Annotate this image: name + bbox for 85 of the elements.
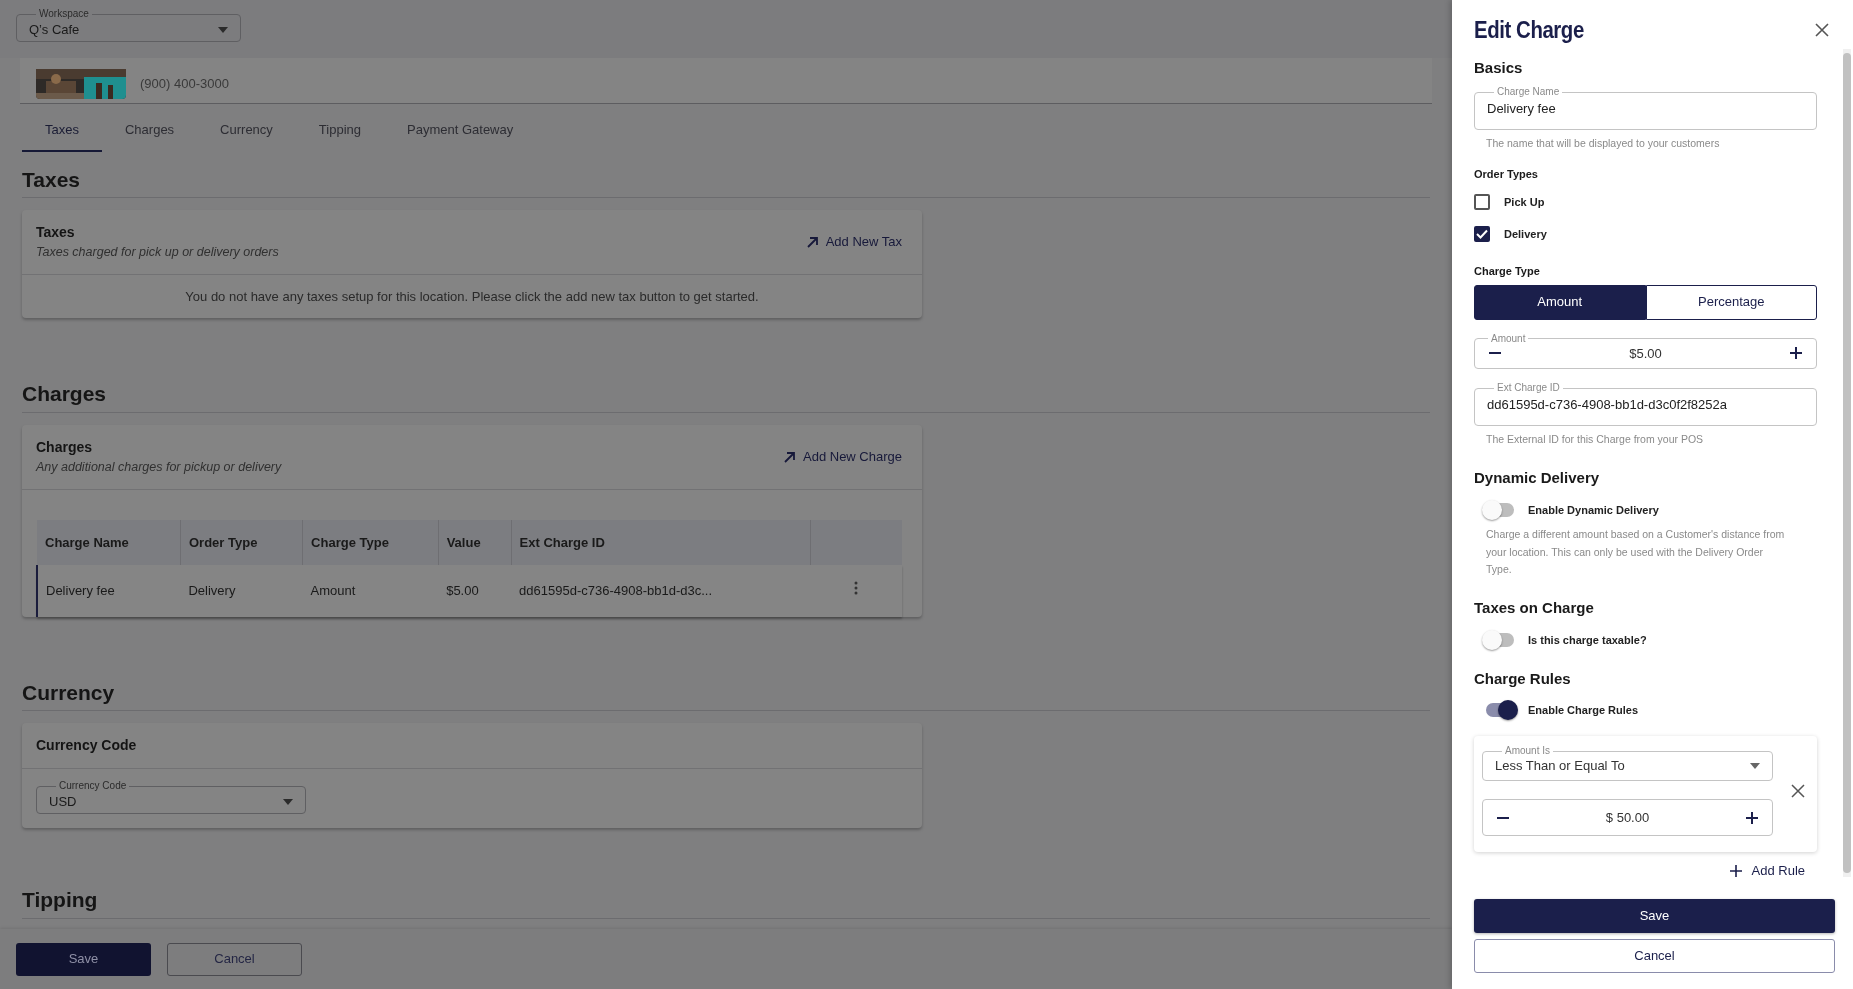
description: Charge a different amount based on a Customer's distance from your location. This can only be used with the Delivery Order Type. xyxy=(1485,526,1786,578)
card-title: Charges xyxy=(36,437,94,457)
column-header: Charge Type xyxy=(302,519,439,565)
section-heading: Tipping xyxy=(22,884,1430,919)
arrow-icon xyxy=(805,235,818,248)
card-title: Taxes xyxy=(36,223,76,242)
help-text: The External ID for this Charge from your POS xyxy=(1485,431,1705,447)
save-button[interactable]: Save xyxy=(16,942,151,976)
select-value: USD xyxy=(49,793,77,812)
cancel-button[interactable]: Cancel xyxy=(1474,939,1835,973)
add-link[interactable]: Add New Tax xyxy=(799,230,908,254)
plus-icon xyxy=(1790,347,1802,360)
drawer-title: Edit Charge xyxy=(1474,16,1584,45)
subheading: Charge Type xyxy=(1474,264,1541,280)
section-heading: Currency xyxy=(22,676,1430,711)
phone-number: (900) 400-3000 xyxy=(140,74,229,93)
text-input[interactable]: dd61595d-c736-4908-bb1d-d3c0f2f8252a xyxy=(1487,393,1804,421)
checkbox[interactable]: Delivery xyxy=(1474,225,1547,243)
plus-icon xyxy=(1746,811,1758,824)
table-cell: dd61595d-c736-4908-bb1d-d3c... xyxy=(511,565,810,617)
section-heading: Charge Rules xyxy=(1474,668,1572,689)
checkbox[interactable]: Pick Up xyxy=(1474,194,1545,211)
field-label: Amount Is xyxy=(1504,746,1552,757)
tab[interactable]: Currency xyxy=(197,112,296,152)
scrollbar[interactable] xyxy=(1843,48,1851,877)
table-cell: Delivery xyxy=(180,565,303,617)
field-label: Workspace xyxy=(38,9,90,19)
section-heading: Dynamic Delivery xyxy=(1474,468,1601,489)
amount-value: $5.00 xyxy=(1629,344,1662,363)
segment-button[interactable]: Percentage xyxy=(1645,284,1817,320)
column-header: Ext Charge ID xyxy=(511,519,810,565)
stepper-field[interactable]: $ 50.00 xyxy=(1482,798,1773,837)
input-field[interactable]: Ext Charge ID dd61595d-c736-4908-bb1d-d3c0f2f8252a xyxy=(1474,383,1817,426)
field-label: Amount xyxy=(1490,333,1527,344)
card-title: Currency Code xyxy=(36,736,137,755)
minus-icon xyxy=(1497,816,1509,819)
check-icon xyxy=(1476,228,1488,239)
toggle-label: Enable Charge Rules xyxy=(1528,703,1639,719)
section-heading: Taxes on Charge xyxy=(1474,598,1595,619)
help-text: The name that will be displayed to your customers xyxy=(1485,135,1721,151)
select-field[interactable]: Currency Code USD xyxy=(36,781,306,814)
section-heading: Taxes xyxy=(22,163,1430,198)
empty-message: You do not have any taxes setup for this location. Please click the add new tax button to get started. xyxy=(184,287,760,306)
close-icon xyxy=(1791,784,1805,799)
arrow-icon xyxy=(783,450,795,463)
add-link[interactable]: Add New Charge xyxy=(777,444,908,469)
select-value: Q’s Cafe xyxy=(29,21,80,40)
tab[interactable]: Tipping xyxy=(295,112,384,152)
save-button[interactable]: Save xyxy=(1474,899,1835,933)
table-cell: Amount xyxy=(302,565,439,617)
column-header: Order Type xyxy=(180,519,303,565)
add-rule-button[interactable]: Add Rule xyxy=(1723,860,1811,882)
toggle-label: Is this charge taxable? xyxy=(1528,632,1647,648)
section-heading: Charges xyxy=(22,378,1430,413)
tab[interactable]: Charges xyxy=(101,112,198,152)
select-value: Less Than or Equal To xyxy=(1495,757,1625,776)
table-cell: Delivery fee xyxy=(37,565,181,617)
caret-icon xyxy=(283,799,293,805)
column-header: Value xyxy=(438,519,512,565)
cancel-button[interactable]: Cancel xyxy=(167,942,302,976)
field-label: Currency Code xyxy=(58,781,128,791)
more-icon xyxy=(854,581,858,595)
plus-icon xyxy=(1729,865,1742,878)
column-header: Charge Name xyxy=(37,519,181,565)
input-field[interactable]: Charge Name Delivery fee xyxy=(1474,87,1817,130)
segment-button[interactable]: Amount xyxy=(1474,284,1646,320)
tab[interactable]: Taxes xyxy=(22,112,102,152)
table-cell: $5.00 xyxy=(438,565,512,617)
caret-icon xyxy=(1750,763,1760,770)
caret-icon xyxy=(218,27,228,33)
text-input[interactable]: Delivery fee xyxy=(1487,97,1804,125)
field-label: Charge Name xyxy=(1496,87,1561,98)
close-icon xyxy=(1815,23,1829,38)
select-field[interactable]: Amount Is Less Than or Equal To xyxy=(1482,746,1773,781)
section-heading: Basics xyxy=(1474,57,1524,78)
amount-value: $ 50.00 xyxy=(1605,808,1650,827)
stepper-field[interactable]: Amount $5.00 xyxy=(1474,333,1817,370)
field-label: Ext Charge ID xyxy=(1496,383,1561,394)
select-field[interactable]: Workspace Q’s Cafe xyxy=(16,9,241,42)
subheading: Order Types xyxy=(1474,166,1539,182)
toggle-label: Enable Dynamic Delivery xyxy=(1528,502,1659,518)
minus-icon xyxy=(1489,352,1501,355)
tab[interactable]: Payment Gateway xyxy=(384,112,537,152)
card-subtitle: Any additional charges for pickup or delivery xyxy=(36,458,282,476)
card-subtitle: Taxes charged for pick up or delivery orders xyxy=(36,244,279,261)
